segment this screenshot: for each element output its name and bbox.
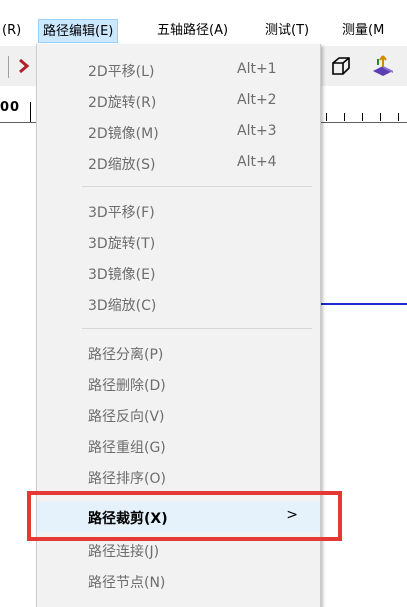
menu-item-3d-translate[interactable]: 3D平移(F) [37, 196, 320, 226]
menu-item-label: 路径反向(V) [88, 409, 165, 425]
annotation-highlight-box [27, 491, 342, 541]
menu-item-shortcut: Alt+3 [237, 123, 277, 139]
menu-item-2d-translate[interactable]: 2D平移(L) Alt+1 [37, 55, 320, 85]
menu-item-label: 路径连接(J) [88, 544, 160, 560]
menu-bar: (R) 路径编辑(E) 五轴路径(A) 测试(T) 测量(M [0, 0, 407, 43]
ruler-tick [30, 102, 31, 122]
axes-model-icon[interactable] [370, 53, 396, 83]
menu-item-path-node[interactable]: 路径节点(N) [37, 566, 320, 596]
menu-item-label: 路径删除(D) [88, 378, 166, 394]
menu-item-label: 2D平移(L) [88, 64, 155, 80]
ruler-tick [362, 113, 363, 121]
menu-item-3d-scale[interactable]: 3D缩放(C) [37, 289, 320, 319]
menu-item-label: 3D镜像(E) [88, 267, 156, 283]
menu-item-path-reverse[interactable]: 路径反向(V) [37, 400, 320, 430]
menu-run[interactable]: (R) [2, 22, 21, 40]
menu-item-2d-mirror[interactable]: 2D镜像(M) Alt+3 [37, 117, 320, 147]
menu-item-3d-rotate[interactable]: 3D旋转(T) [37, 227, 320, 257]
ruler-label: 00 [0, 100, 21, 115]
menu-item-path-sort[interactable]: 路径排序(O) [37, 462, 320, 492]
menu-item-label: 路径节点(N) [88, 575, 166, 591]
menu-separator [82, 186, 312, 187]
menu-test[interactable]: 测试(T) [265, 22, 309, 40]
menu-path-edit[interactable]: 路径编辑(E) [38, 19, 119, 43]
toolbar-separator [8, 56, 9, 78]
menu-item-label: 2D旋转(R) [88, 95, 157, 111]
menu-measure[interactable]: 测量(M [342, 22, 384, 40]
ruler-tick [398, 113, 399, 121]
menu-item-label: 2D镜像(M) [88, 126, 159, 142]
menu-item-shortcut: Alt+1 [237, 61, 277, 77]
menu-item-3d-mirror[interactable]: 3D镜像(E) [37, 258, 320, 288]
menu-item-label: 3D缩放(C) [88, 298, 157, 314]
menu-item-2d-scale[interactable]: 2D缩放(S) Alt+4 [37, 148, 320, 178]
menu-item-label: 2D缩放(S) [88, 157, 156, 173]
menu-item-2d-rotate[interactable]: 2D旋转(R) Alt+2 [37, 86, 320, 116]
menu-item-label: 路径重组(G) [88, 440, 166, 456]
ruler-tick [380, 113, 381, 121]
arrow-right-icon[interactable] [18, 56, 30, 80]
menu-item-label: 3D平移(F) [88, 205, 155, 221]
menu-item-label: 路径分离(P) [88, 347, 164, 363]
menu-five-axis[interactable]: 五轴路径(A) [157, 22, 228, 40]
menu-item-label: 路径排序(O) [88, 471, 166, 487]
canvas-boundary-line [318, 303, 407, 607]
menu-item-shortcut: Alt+4 [237, 154, 277, 170]
menu-separator [82, 328, 312, 329]
ruler-tick [326, 113, 327, 121]
menu-item-shortcut: Alt+2 [237, 92, 277, 108]
wireframe-cube-icon[interactable] [330, 55, 352, 81]
menu-item-path-regroup[interactable]: 路径重组(G) [37, 431, 320, 461]
ruler-tick [344, 113, 345, 121]
menu-item-path-delete[interactable]: 路径删除(D) [37, 369, 320, 399]
menu-item-label: 3D旋转(T) [88, 236, 156, 252]
menu-item-path-separate[interactable]: 路径分离(P) [37, 338, 320, 368]
